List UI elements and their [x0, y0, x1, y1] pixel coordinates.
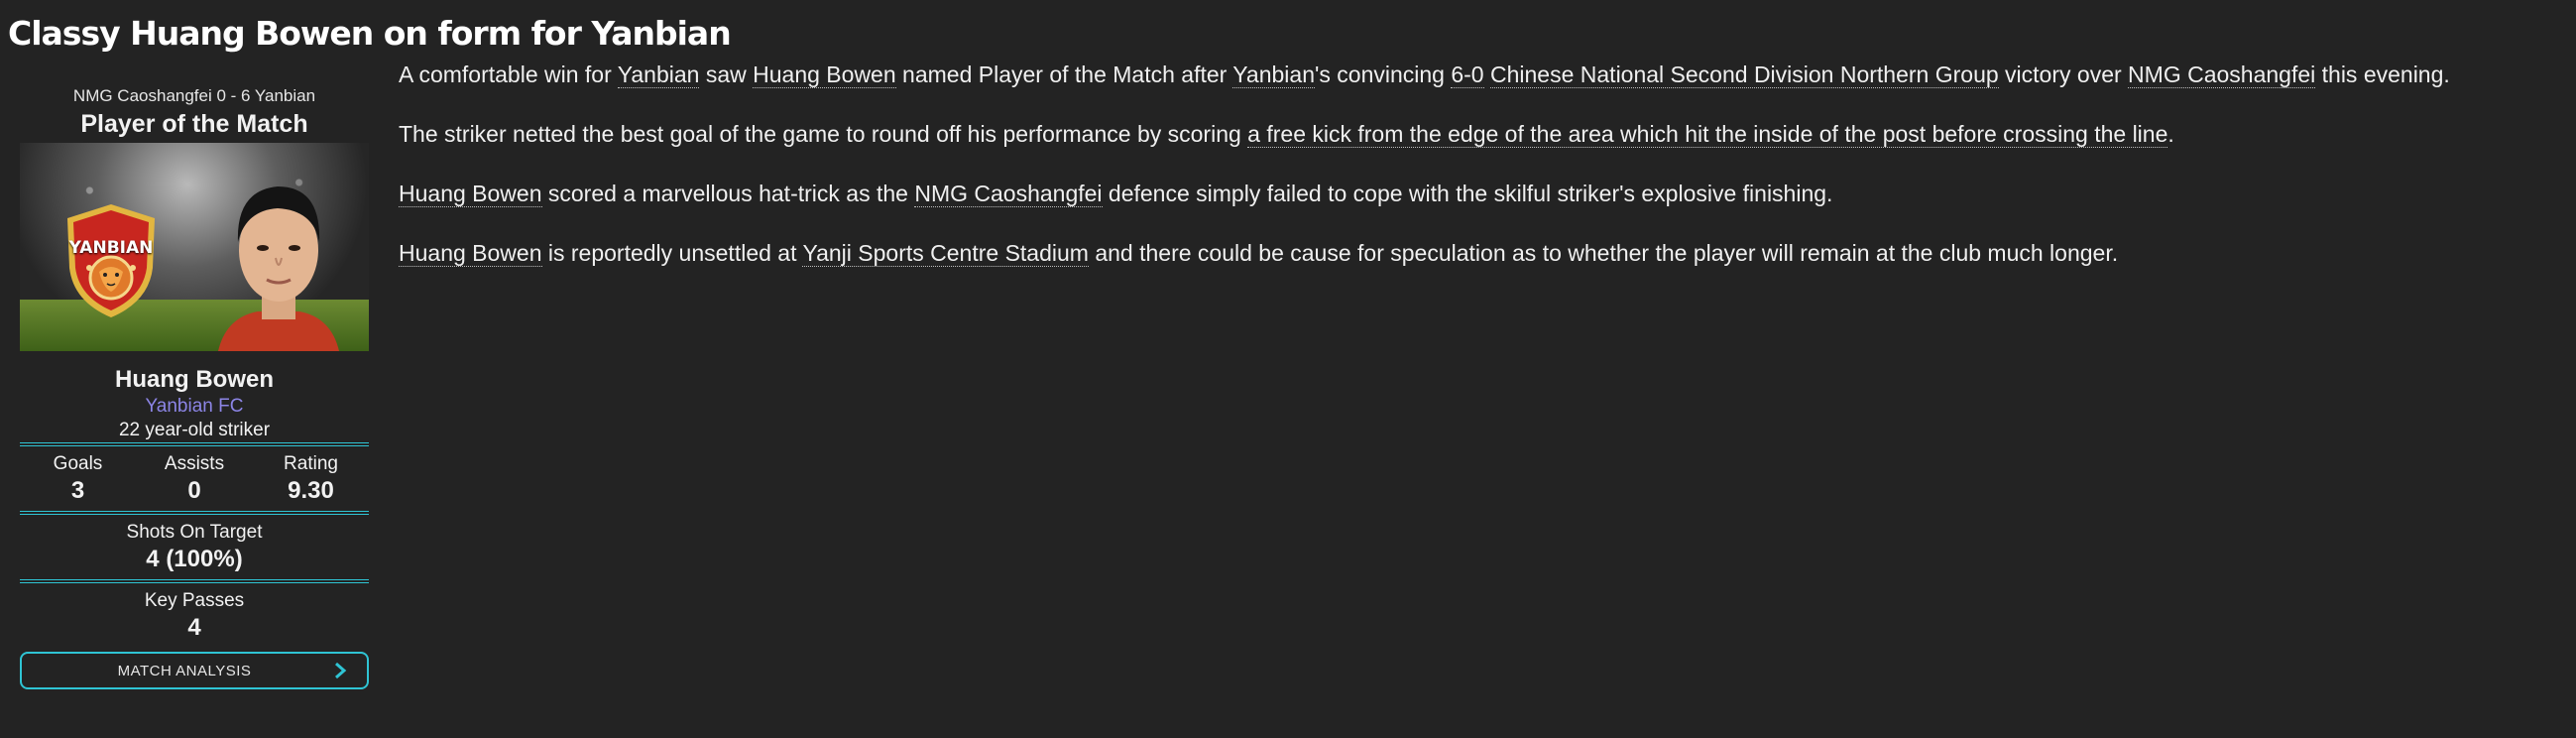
stat-label: Key Passes — [144, 590, 245, 611]
player-link[interactable]: Huang Bowen — [399, 181, 542, 207]
stat-goals: Goals 3 — [20, 452, 136, 506]
article-paragraph-1: A comfortable win for Yanbian saw Huang … — [399, 60, 2570, 89]
stat-rating: Rating 9.30 — [253, 452, 369, 506]
stat-label: Shots On Target — [126, 522, 263, 543]
text: this evening. — [2315, 62, 2450, 87]
potm-title: Player of the Match — [80, 110, 308, 138]
stat-label: Goals — [53, 453, 103, 474]
player-role: 22 year-old striker — [118, 420, 271, 440]
player-name: Huang Bowen — [115, 366, 274, 393]
stat-value: 4 (100%) — [146, 546, 243, 572]
stat-value: 3 — [70, 477, 85, 504]
goal-link[interactable]: a free kick from the edge of the area wh… — [1247, 121, 2168, 148]
stat-key-passes: Key Passes 4 — [20, 583, 369, 648]
stat-value: 0 — [187, 477, 201, 504]
match-score-link[interactable]: 6-0 — [1451, 62, 1484, 88]
club-link-yanbian[interactable]: Yanbian — [617, 62, 700, 88]
text: saw — [699, 62, 754, 87]
stats-row: Goals 3 Assists 0 Rating 9.30 — [20, 446, 369, 511]
chevron-right-icon — [335, 662, 347, 679]
stat-shots-on-target: Shots On Target 4 (100%) — [20, 515, 369, 579]
stat-label: Assists — [164, 453, 225, 474]
match-analysis-button[interactable]: MATCH ANALYSIS — [20, 652, 369, 689]
club-link[interactable]: Yanbian FC — [20, 395, 369, 419]
score-line: NMG Caoshangfei 0 - 6 Yanbian — [72, 86, 316, 105]
text: The striker netted the best goal of the … — [399, 121, 1248, 147]
club-link-yanbian[interactable]: Yanbian — [1232, 62, 1315, 88]
stat-value: 9.30 — [288, 477, 334, 504]
article-paragraph-3: Huang Bowen scored a marvellous hat-tric… — [399, 179, 2570, 208]
headline: Classy Huang Bowen on form for Yanbian — [8, 14, 732, 53]
stat-label: Rating — [284, 453, 338, 474]
text: . — [2167, 121, 2174, 147]
text: victory over — [1998, 62, 2129, 87]
player-photo-card: YANBIAN — [20, 143, 369, 351]
article-paragraph-2: The striker netted the best goal of the … — [399, 119, 2570, 149]
player-of-the-match-panel: NMG Caoshangfei 0 - 6 Yanbian Player of … — [20, 83, 369, 689]
text: A comfortable win for — [399, 62, 618, 87]
text: named Player of the Match after — [895, 62, 1233, 87]
player-portrait — [218, 186, 339, 351]
club-link-opponent[interactable]: NMG Caoshangfei — [914, 181, 1103, 207]
text: is reportedly unsettled at — [541, 240, 803, 266]
stadium-link[interactable]: Yanji Sports Centre Stadium — [802, 240, 1089, 267]
text: 's convincing — [1315, 62, 1452, 87]
match-analysis-label: MATCH ANALYSIS — [117, 662, 252, 679]
text: scored a marvellous hat-trick as the — [541, 181, 915, 206]
yanbian-crest-icon — [67, 204, 155, 317]
article-body: A comfortable win for Yanbian saw Huang … — [399, 60, 2570, 298]
text: defence simply failed to cope with the s… — [1102, 181, 1833, 206]
crest-text: YANBIAN — [68, 238, 154, 258]
article-paragraph-4: Huang Bowen is reportedly unsettled at Y… — [399, 238, 2570, 268]
text: and there could be cause for speculation… — [1088, 240, 2119, 266]
player-link[interactable]: Huang Bowen — [753, 62, 896, 88]
stat-value: 4 — [187, 614, 201, 641]
club-link-opponent[interactable]: NMG Caoshangfei — [2128, 62, 2316, 88]
player-link[interactable]: Huang Bowen — [399, 240, 542, 267]
stat-assists: Assists 0 — [137, 452, 253, 506]
competition-link[interactable]: Chinese National Second Division Norther… — [1490, 62, 1999, 88]
